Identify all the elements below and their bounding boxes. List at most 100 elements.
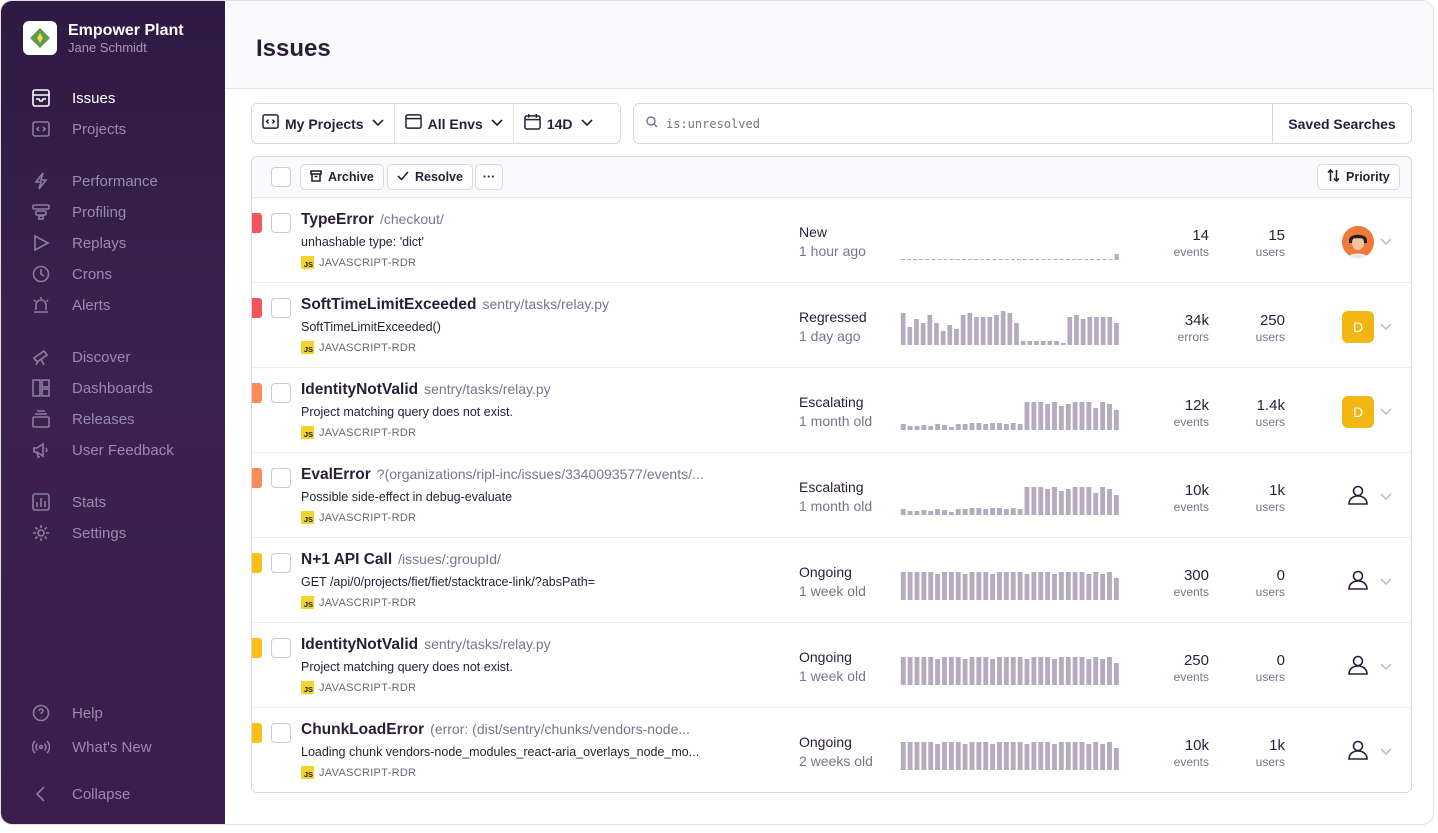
issue-title[interactable]: SoftTimeLimitExceeded sentry/tasks/relay.… <box>301 296 609 314</box>
issue-project[interactable]: JS JAVASCRIPT-RDR <box>301 426 416 439</box>
saved-searches-button[interactable]: Saved Searches <box>1272 104 1411 143</box>
date-range-button[interactable]: 14D <box>512 104 603 143</box>
user-count[interactable]: 15 users <box>1225 227 1285 259</box>
user-count[interactable]: 1k users <box>1225 482 1285 514</box>
issue-title[interactable]: IdentityNotValid sentry/tasks/relay.py <box>301 381 551 399</box>
user-count[interactable]: 250 users <box>1225 312 1285 344</box>
more-actions-button[interactable]: ··· <box>475 164 503 190</box>
trend-bar <box>928 572 934 600</box>
chevron-down-icon[interactable] <box>1379 574 1393 593</box>
user-count[interactable]: 0 users <box>1225 567 1285 599</box>
trend-bar <box>900 424 906 430</box>
issue-project[interactable]: JS JAVASCRIPT-RDR <box>301 766 416 779</box>
javascript-icon: JS <box>301 511 314 524</box>
issue-project[interactable]: JS JAVASCRIPT-RDR <box>301 256 416 269</box>
event-count[interactable]: 10k events <box>1149 482 1209 514</box>
chevron-down-icon[interactable] <box>1379 489 1393 508</box>
sidebar-item-stats[interactable]: Stats <box>31 490 211 514</box>
org-switcher[interactable]: Empower Plant Jane Schmidt <box>23 21 184 55</box>
chevron-down-icon[interactable] <box>1379 744 1393 763</box>
issue-checkbox[interactable] <box>271 213 291 233</box>
environment-filter-button[interactable]: All Envs <box>393 104 513 143</box>
issue-row[interactable]: ChunkLoadError (error: (dist/sentry/chunk… <box>252 708 1411 792</box>
issue-checkbox[interactable] <box>271 723 291 743</box>
issue-title[interactable]: ChunkLoadError (error: (dist/sentry/chunk… <box>301 721 690 739</box>
sidebar-item-discover[interactable]: Discover <box>31 345 211 369</box>
sidebar-item-releases[interactable]: Releases <box>31 407 211 431</box>
select-all-checkbox[interactable] <box>271 167 291 187</box>
chevron-down-icon[interactable] <box>1379 234 1393 253</box>
assignee-selector[interactable]: D <box>1342 396 1374 428</box>
trend-bar <box>1107 404 1112 430</box>
issue-project[interactable]: JS JAVASCRIPT-RDR <box>301 511 416 524</box>
issue-checkbox[interactable] <box>271 468 291 488</box>
trend-bar <box>1113 748 1119 770</box>
sidebar-item-replays[interactable]: Replays <box>31 231 211 255</box>
issue-checkbox[interactable] <box>271 298 291 318</box>
issue-row[interactable]: SoftTimeLimitExceeded sentry/tasks/relay.… <box>252 283 1411 368</box>
chevron-down-icon[interactable] <box>1379 319 1393 338</box>
assignee-selector[interactable] <box>1342 651 1374 683</box>
event-count[interactable]: 12k events <box>1149 397 1209 429</box>
resolve-button[interactable]: Resolve <box>387 164 473 190</box>
event-count[interactable]: 10k events <box>1149 737 1209 769</box>
sidebar-item-user-feedback[interactable]: User Feedback <box>31 438 211 462</box>
user-count[interactable]: 0 users <box>1225 652 1285 684</box>
issue-title[interactable]: TypeError/checkout/ <box>301 211 444 229</box>
sidebar-item-dashboards[interactable]: Dashboards <box>31 376 211 400</box>
sidebar-item-settings[interactable]: Settings <box>31 521 211 545</box>
issue-title[interactable]: EvalError ?(organizations/ripl-inc/issues… <box>301 466 704 484</box>
trend-bar <box>934 323 939 345</box>
event-count[interactable]: 250 events <box>1149 652 1209 684</box>
project-filter-button[interactable]: My Projects <box>252 104 394 143</box>
issue-project[interactable]: JS JAVASCRIPT-RDR <box>301 681 416 694</box>
assignee-selector[interactable] <box>1342 226 1374 258</box>
sort-button[interactable]: Priority <box>1317 164 1400 190</box>
assignee-selector[interactable] <box>1342 481 1374 513</box>
assignee-selector[interactable] <box>1342 736 1374 768</box>
event-count[interactable]: 34k errors <box>1149 312 1209 344</box>
trend-bar <box>974 259 979 260</box>
sidebar-item-projects[interactable]: Projects <box>31 117 211 141</box>
issue-checkbox[interactable] <box>271 553 291 573</box>
user-count[interactable]: 1.4k users <box>1225 397 1285 429</box>
trend-bar <box>900 572 906 600</box>
assignee-selector[interactable]: D <box>1342 311 1374 343</box>
sidebar-item-label: Issues <box>72 89 116 107</box>
user-count[interactable]: 1k users <box>1225 737 1285 769</box>
assignee-selector[interactable] <box>1342 566 1374 598</box>
sidebar-item-alerts[interactable]: Alerts <box>31 293 211 317</box>
sidebar-item-crons[interactable]: Crons <box>31 262 211 286</box>
issue-title[interactable]: N+1 API Call/issues/:groupId/ <box>301 551 501 569</box>
sidebar-item-issues[interactable]: Issues <box>31 86 211 110</box>
sidebar-collapse-button[interactable]: Collapse <box>31 782 211 806</box>
project-name: JAVASCRIPT-RDR <box>319 596 417 609</box>
sidebar-item-whats-new[interactable]: What's New <box>31 735 211 759</box>
trend-bar <box>997 742 1002 770</box>
issue-project[interactable]: JS JAVASCRIPT-RDR <box>301 596 416 609</box>
trend-bar <box>935 744 941 770</box>
issue-project[interactable]: JS JAVASCRIPT-RDR <box>301 341 416 354</box>
chevron-down-icon[interactable] <box>1379 404 1393 423</box>
trend-bar <box>1065 657 1071 685</box>
issue-row[interactable]: IdentityNotValid sentry/tasks/relay.py Pr… <box>252 368 1411 453</box>
event-count[interactable]: 300 events <box>1149 567 1209 599</box>
event-count[interactable]: 14 events <box>1149 227 1209 259</box>
trend-bar <box>1079 657 1085 685</box>
issue-checkbox[interactable] <box>271 638 291 658</box>
issue-title[interactable]: IdentityNotValid sentry/tasks/relay.py <box>301 636 551 654</box>
sidebar-item-performance[interactable]: Performance <box>31 169 211 193</box>
trend-bar <box>1072 487 1078 515</box>
sidebar-item-profiling[interactable]: Profiling <box>31 200 211 224</box>
trend-bar <box>983 572 989 600</box>
trend-bar <box>900 509 906 515</box>
archive-button[interactable]: Archive <box>300 164 384 190</box>
issue-row[interactable]: N+1 API Call/issues/:groupId/ GET /api/0… <box>252 538 1411 623</box>
issue-checkbox[interactable] <box>271 383 291 403</box>
chevron-down-icon[interactable] <box>1379 659 1393 678</box>
search-input[interactable] <box>666 116 1266 131</box>
issue-row[interactable]: TypeError/checkout/ unhashable type: 'di… <box>252 198 1411 283</box>
issue-row[interactable]: IdentityNotValid sentry/tasks/relay.py Pr… <box>252 623 1411 708</box>
issue-row[interactable]: EvalError ?(organizations/ripl-inc/issues… <box>252 453 1411 538</box>
sidebar-item-help[interactable]: Help <box>31 701 211 725</box>
